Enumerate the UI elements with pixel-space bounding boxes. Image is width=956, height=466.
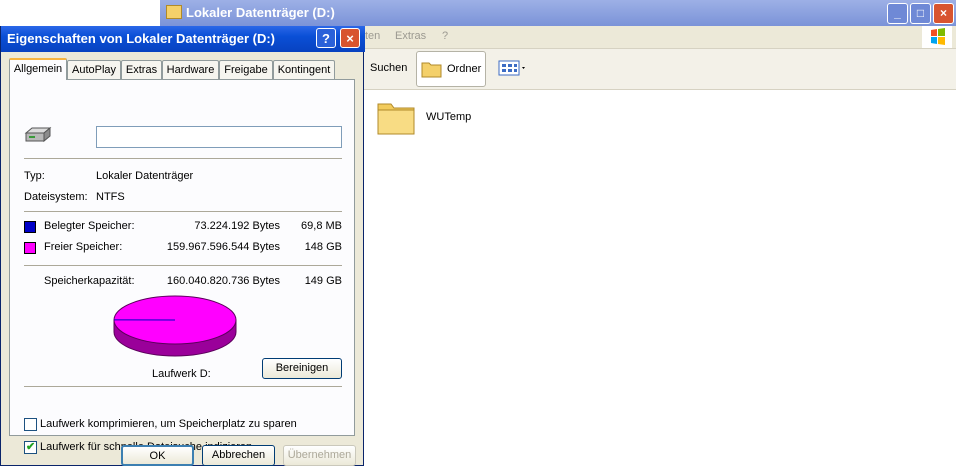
tab-freigabe[interactable]: Freigabe (219, 60, 273, 79)
dialog-titlebar: Eigenschaften von Lokaler Datenträger (D… (1, 26, 365, 52)
index-checkbox[interactable]: ✔ (24, 441, 37, 454)
cleanup-button[interactable]: Bereinigen (262, 358, 342, 379)
capacity-bytes: 160.040.820.736 Bytes (166, 275, 280, 287)
apply-button[interactable]: Übernehmen (283, 445, 356, 466)
folders-button[interactable]: Ordner (416, 51, 487, 87)
drive-letter-label: Laufwerk D: (152, 368, 211, 380)
maximize-button[interactable]: □ (910, 3, 931, 24)
disk-usage-pie-chart (113, 295, 237, 357)
used-space-swatch (24, 221, 36, 233)
views-button[interactable] (498, 51, 528, 85)
tab-kontingent[interactable]: Kontingent (273, 60, 335, 79)
filesystem-label: Dateisystem: (24, 191, 88, 203)
properties-dialog: Eigenschaften von Lokaler Datenträger (D… (0, 26, 365, 466)
views-icon (498, 60, 525, 76)
search-button[interactable]: Suchen (370, 51, 407, 85)
capacity-size: 149 GB (304, 275, 342, 287)
folders-label: Ordner (447, 63, 482, 75)
tab-panel-allgemein: Typ: Lokaler Datenträger Dateisystem: NT… (9, 79, 355, 454)
compress-label: Laufwerk komprimieren, um Speicherplatz … (40, 418, 297, 430)
help-button[interactable]: ? (316, 28, 336, 48)
tab-hardware[interactable]: Hardware (162, 60, 219, 79)
check-icon: ✔ (26, 441, 36, 453)
free-space-label: Freier Speicher: (44, 241, 123, 253)
tab-autoplay[interactable]: AutoPlay (67, 60, 121, 79)
drive-name-input[interactable] (96, 126, 342, 148)
used-space-size: 69,8 MB (301, 220, 342, 232)
capacity-label: Speicherkapazität: (44, 275, 135, 287)
explorer-titlebar: Lokaler Datenträger (D:) _ □ × (160, 0, 956, 26)
filesystem-value: NTFS (96, 191, 125, 203)
search-label: Suchen (370, 62, 408, 74)
tab-extras[interactable]: Extras (121, 60, 162, 79)
folder-name: WUTemp (426, 111, 472, 123)
type-label: Typ: (24, 170, 45, 182)
divider (24, 211, 342, 212)
free-space-size: 148 GB (304, 241, 342, 253)
compress-checkbox[interactable] (24, 418, 37, 431)
divider (24, 265, 342, 266)
type-value: Lokaler Datenträger (96, 170, 194, 182)
used-space-bytes: 73.224.192 Bytes (194, 220, 280, 232)
folder-icon (421, 62, 442, 78)
explorer-title: Lokaler Datenträger (D:) (186, 5, 335, 20)
folder-icon (166, 5, 182, 19)
tab-allgemein[interactable]: Allgemein (9, 58, 67, 80)
menu-item-extras[interactable]: Extras (395, 30, 426, 42)
menu-item-ansicht[interactable]: ten (365, 30, 380, 42)
free-space-bytes: 159.967.596.544 Bytes (166, 241, 280, 253)
divider (24, 386, 342, 387)
minimize-button[interactable]: _ (887, 3, 908, 24)
list-item[interactable]: WUTemp (376, 98, 471, 136)
used-space-label: Belegter Speicher: (44, 220, 135, 232)
hard-drive-icon (24, 126, 52, 143)
divider (24, 158, 342, 159)
menu-item-help[interactable]: ? (442, 30, 448, 42)
free-space-swatch (24, 242, 36, 254)
folder-icon (377, 103, 415, 135)
close-button[interactable]: × (933, 3, 954, 24)
dialog-title: Eigenschaften von Lokaler Datenträger (D… (7, 31, 275, 46)
windows-logo-icon (922, 26, 952, 48)
ok-button[interactable]: OK (121, 445, 194, 466)
cancel-button[interactable]: Abbrechen (202, 445, 275, 466)
dialog-close-button[interactable]: × (340, 28, 360, 48)
